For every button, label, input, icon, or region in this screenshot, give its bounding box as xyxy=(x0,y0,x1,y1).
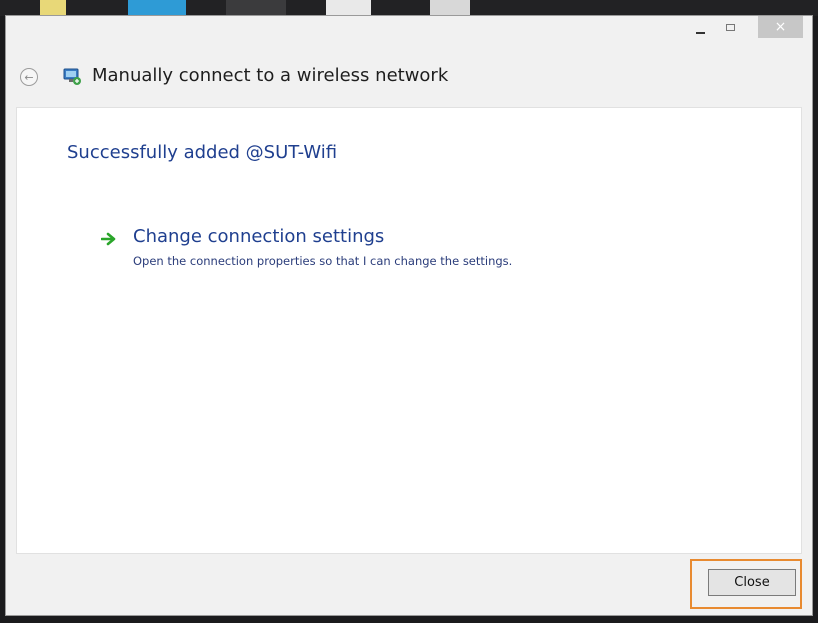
maximize-icon xyxy=(725,23,735,31)
minimize-icon xyxy=(695,32,705,34)
close-icon: × xyxy=(774,19,787,35)
taskbar-item xyxy=(128,0,186,16)
link-description: Open the connection properties so that I… xyxy=(133,254,513,268)
taskbar-item xyxy=(226,0,286,16)
maximize-button[interactable] xyxy=(716,16,744,38)
green-arrow-icon xyxy=(101,232,116,246)
window-close-button[interactable]: × xyxy=(758,16,803,38)
dialog-window: × ← Manually connect to a wireless netwo… xyxy=(5,15,813,616)
taskbar-item xyxy=(326,0,371,16)
title-bar: × xyxy=(6,16,812,52)
wizard-header: ← Manually connect to a wireless network xyxy=(6,60,812,96)
success-message: Successfully added @SUT-Wifi xyxy=(67,142,338,163)
minimize-button[interactable] xyxy=(686,16,714,38)
back-arrow-icon: ← xyxy=(24,70,34,84)
taskbar-item xyxy=(40,0,66,16)
footer-bar: Close xyxy=(6,556,812,615)
taskbar-strip xyxy=(0,0,818,16)
content-panel: Successfully added @SUT-Wifi Change conn… xyxy=(16,107,802,554)
network-icon xyxy=(63,68,81,85)
wizard-title: Manually connect to a wireless network xyxy=(92,65,449,86)
taskbar-item xyxy=(430,0,470,16)
back-button[interactable]: ← xyxy=(20,68,38,86)
link-title[interactable]: Change connection settings xyxy=(133,226,384,247)
close-button[interactable]: Close xyxy=(708,569,796,596)
